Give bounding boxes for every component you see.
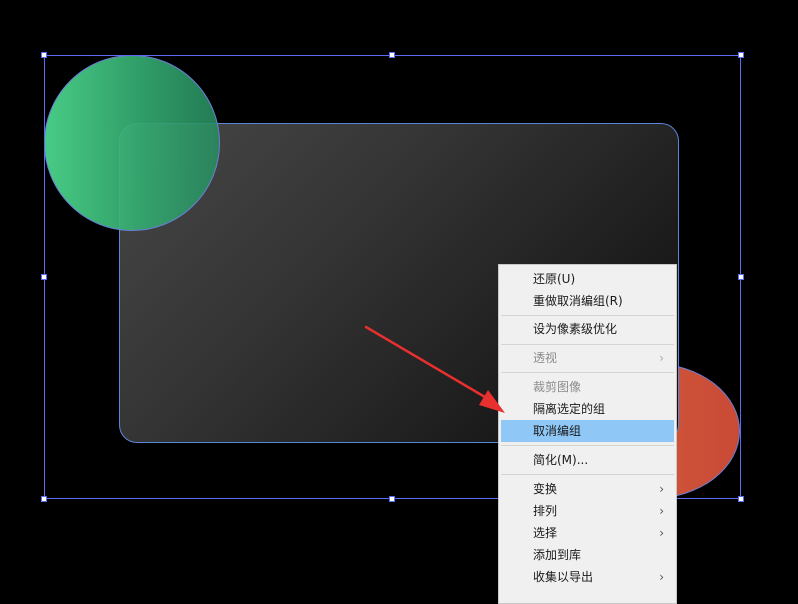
chevron-right-icon: ›: [659, 526, 664, 540]
menu-separator: [501, 344, 674, 345]
context-menu: 还原(U) 重做取消编组(R) 设为像素级优化 透视 › 裁剪图像 隔离选定的组…: [498, 264, 677, 604]
menu-item-label: 简化(M)...: [533, 453, 589, 467]
menu-item-crop-image: 裁剪图像: [501, 376, 674, 398]
resize-handle-bottom-left[interactable]: [41, 496, 47, 502]
menu-item-collect-for-export[interactable]: 收集以导出 ›: [501, 566, 674, 588]
menu-item-perspective: 透视 ›: [501, 347, 674, 369]
menu-item-label: 变换: [533, 482, 558, 496]
menu-item-undo[interactable]: 还原(U): [501, 268, 674, 290]
menu-item-label: 取消编组: [533, 424, 582, 438]
resize-handle-middle-left[interactable]: [41, 274, 47, 280]
resize-handle-top-right[interactable]: [738, 52, 744, 58]
menu-item-label: 隔离选定的组: [533, 402, 606, 416]
resize-handle-bottom-center[interactable]: [389, 496, 395, 502]
menu-item-label: 透视: [533, 351, 558, 365]
menu-item-arrange[interactable]: 排列 ›: [501, 500, 674, 522]
resize-handle-top-center[interactable]: [389, 52, 395, 58]
menu-item-label: 重做取消编组(R): [533, 294, 623, 308]
menu-item-select[interactable]: 选择 ›: [501, 522, 674, 544]
menu-item-simplify[interactable]: 简化(M)...: [501, 449, 674, 471]
menu-item-make-pixel-perfect[interactable]: 设为像素级优化: [501, 318, 674, 340]
menu-item-redo-ungroup[interactable]: 重做取消编组(R): [501, 290, 674, 312]
menu-item-label: 排列: [533, 504, 558, 518]
chevron-right-icon: ›: [659, 482, 664, 496]
resize-handle-middle-right[interactable]: [738, 274, 744, 280]
artboard-canvas[interactable]: [0, 0, 798, 593]
menu-separator: [501, 474, 674, 475]
menu-item-label: 选择: [533, 526, 558, 540]
menu-item-label: 添加到库: [533, 548, 582, 562]
menu-item-transform[interactable]: 变换 ›: [501, 478, 674, 500]
menu-separator: [501, 315, 674, 316]
menu-separator: [501, 445, 674, 446]
menu-item-ungroup[interactable]: 取消编组: [501, 420, 674, 442]
menu-item-label: 裁剪图像: [533, 380, 582, 394]
menu-separator: [501, 372, 674, 373]
menu-item-label: 设为像素级优化: [533, 322, 618, 336]
chevron-right-icon: ›: [659, 570, 664, 584]
resize-handle-top-left[interactable]: [41, 52, 47, 58]
menu-item-label: 还原(U): [533, 272, 576, 286]
resize-handle-bottom-right[interactable]: [738, 496, 744, 502]
menu-item-isolate-selected-group[interactable]: 隔离选定的组: [501, 398, 674, 420]
chevron-right-icon: ›: [659, 504, 664, 518]
menu-item-label: 收集以导出: [533, 570, 594, 584]
menu-item-add-to-library[interactable]: 添加到库: [501, 544, 674, 566]
chevron-right-icon: ›: [659, 351, 664, 365]
